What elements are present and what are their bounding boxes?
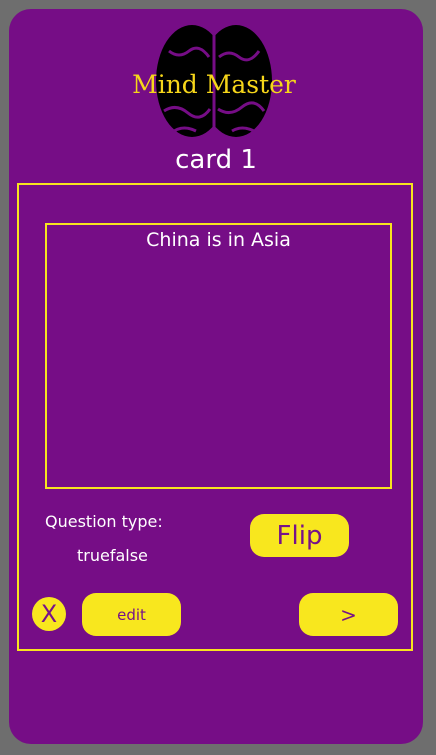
question-type-label: Question type: [45,512,163,531]
card-panel: China is in Asia Question type: truefals… [17,183,413,651]
flip-button[interactable]: Flip [250,514,349,557]
delete-button[interactable]: X [32,597,66,631]
logo: Mind Master [124,21,304,149]
next-button[interactable]: > [299,593,398,636]
question-text: China is in Asia [146,229,291,251]
app-screen: Mind Master card 1 China is in Asia Ques… [9,9,423,744]
app-title: Mind Master [132,70,296,99]
question-type-value: truefalse [77,546,148,565]
card-title: card 1 [175,145,257,175]
flashcard[interactable]: China is in Asia [45,223,392,489]
edit-button[interactable]: edit [82,593,181,636]
